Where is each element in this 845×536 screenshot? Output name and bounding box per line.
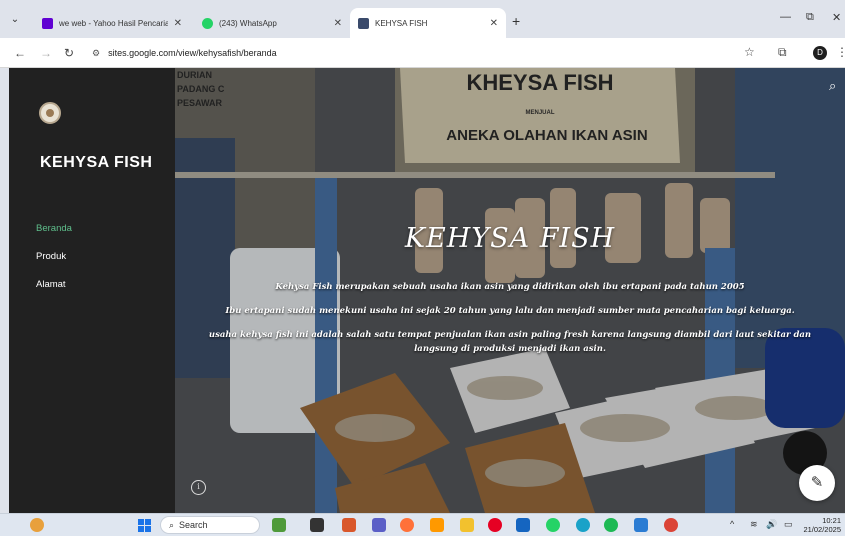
close-tab-icon[interactable]: ✕	[490, 18, 498, 29]
profile-avatar[interactable]: D	[813, 46, 827, 60]
url-bar[interactable]: ⚙ sites.google.com/view/kehysafish/beran…	[92, 43, 732, 63]
bookmark-star-icon[interactable]: ☆	[744, 45, 755, 59]
wifi-icon[interactable]: ≋	[750, 519, 758, 530]
close-tab-icon[interactable]: ✕	[174, 18, 182, 29]
extensions-icon[interactable]: ⧉	[778, 45, 787, 60]
nav-item-produk[interactable]: Produk	[36, 251, 66, 262]
google-sites-favicon-icon	[358, 17, 369, 29]
browser-tab-yahoo[interactable]: we web - Yahoo Hasil Pencarian ✕	[34, 8, 190, 38]
browser-tab-whatsapp[interactable]: (243) WhatsApp ✕	[194, 8, 350, 38]
whatsapp-favicon-icon	[202, 17, 213, 29]
tab-title: KEHYSA FISH	[375, 18, 428, 28]
new-tab-button[interactable]: +	[512, 13, 520, 29]
edge-icon[interactable]	[576, 518, 590, 532]
file-explorer-icon[interactable]	[460, 518, 474, 532]
hero-paragraph-1: Kehysa Fish merupakan sebuah usaha ikan …	[275, 282, 745, 292]
store-icon[interactable]	[516, 518, 530, 532]
browser-menu-icon[interactable]: ⋮	[836, 45, 845, 59]
site-search-icon[interactable]: ⌕	[829, 78, 836, 94]
nav-item-alamat[interactable]: Alamat	[36, 279, 66, 290]
tab-title: (243) WhatsApp	[219, 18, 277, 28]
windows-start-icon[interactable]	[138, 519, 151, 532]
close-tab-icon[interactable]: ✕	[334, 18, 342, 29]
volume-icon[interactable]: 🔊	[766, 519, 777, 530]
site-settings-icon[interactable]: ⚙	[92, 48, 100, 59]
clock-time: 10:21	[822, 516, 841, 525]
taskbar-search-input[interactable]: ⌕ Search	[160, 516, 260, 534]
word-icon[interactable]	[634, 518, 648, 532]
web-page: KEHYSA FISH Beranda Produk Alamat KHEYSA…	[9, 68, 845, 513]
yahoo-favicon-icon	[42, 17, 53, 29]
reload-icon[interactable]: ↻	[64, 46, 74, 60]
nav-item-beranda[interactable]: Beranda	[36, 223, 72, 234]
clock-date: 21/02/2025	[803, 525, 841, 534]
whatsapp-icon[interactable]	[546, 518, 560, 532]
plant-widget-icon[interactable]	[272, 518, 286, 532]
weather-widget-icon[interactable]	[30, 518, 44, 532]
chrome-icon[interactable]	[664, 518, 678, 532]
tab-title: we web - Yahoo Hasil Pencarian	[59, 18, 168, 28]
search-icon: ⌕	[169, 519, 175, 530]
hero-paragraph-4: langsung di produksi menjadi ikan asin.	[414, 344, 606, 354]
windows-taskbar: ⌕ Search ^ ≋ 🔊 ▭ 10:21 21/02/2025	[0, 513, 845, 536]
battery-icon[interactable]: ▭	[784, 519, 793, 530]
taskbar-search-placeholder: Search	[179, 520, 208, 530]
hero-heading: KEHYSA FISH	[404, 223, 616, 254]
minimize-button[interactable]: —	[780, 11, 791, 23]
spotify-icon[interactable]	[604, 518, 618, 532]
pinterest-icon[interactable]	[488, 518, 502, 532]
tray-overflow-chevron-icon[interactable]: ^	[730, 519, 734, 529]
edit-pencil-button[interactable]: ✎	[799, 465, 835, 501]
amazon-icon[interactable]	[430, 518, 444, 532]
hero-paragraph-2: Ibu ertapani sudah menekuni usaha ini se…	[225, 306, 795, 316]
back-arrow-icon[interactable]: ←	[14, 46, 26, 60]
site-sidebar: KEHYSA FISH Beranda Produk Alamat	[9, 68, 175, 513]
app-icon-1[interactable]	[342, 518, 356, 532]
teams-icon[interactable]	[372, 518, 386, 532]
restore-button[interactable]: ⧉	[806, 11, 814, 24]
firefox-icon[interactable]	[400, 518, 414, 532]
address-toolbar: ← → ↻ ⚙ sites.google.com/view/kehysafish…	[0, 38, 845, 68]
site-title[interactable]: KEHYSA FISH	[40, 154, 152, 172]
url-text: sites.google.com/view/kehysafish/beranda	[108, 48, 277, 58]
hero-banner: KHEYSA FISH MENJUAL ANEKA OLAHAN IKAN AS…	[175, 68, 845, 513]
hero-paragraph-3: usaha kehysa fish ini adalah salah satu …	[208, 330, 812, 340]
close-window-button[interactable]: ✕	[832, 11, 841, 24]
tab-search-chevron-icon[interactable]: ⌄	[8, 13, 22, 27]
forward-arrow-icon[interactable]: →	[40, 46, 52, 60]
site-logo-icon[interactable]	[39, 102, 61, 124]
task-view-icon[interactable]	[310, 518, 324, 532]
browser-tab-kehysa[interactable]: KEHYSA FISH ✕	[350, 8, 506, 38]
info-icon[interactable]: i	[191, 480, 206, 495]
browser-tab-strip: ⌄ we web - Yahoo Hasil Pencarian ✕ (243)…	[0, 0, 845, 38]
taskbar-clock[interactable]: 10:21 21/02/2025	[803, 516, 841, 534]
